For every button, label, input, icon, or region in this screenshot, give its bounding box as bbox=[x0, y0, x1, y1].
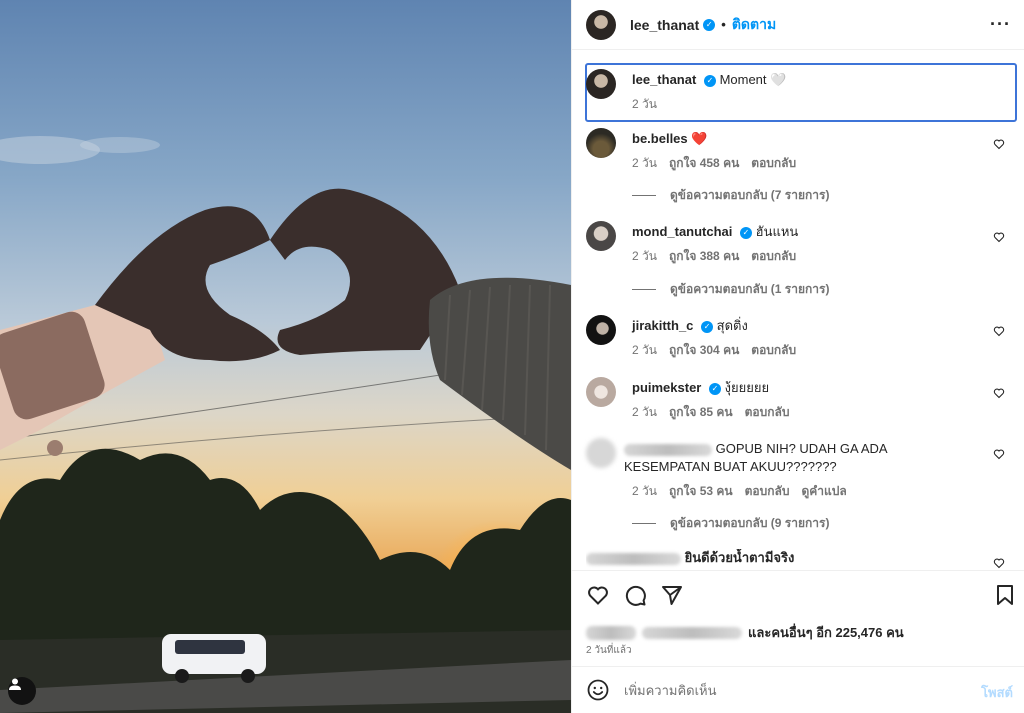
comment-time[interactable]: 2 วัน bbox=[632, 482, 657, 501]
sunset-heart-hands-image bbox=[0, 136, 571, 713]
commenter-avatar[interactable] bbox=[586, 315, 616, 345]
author-avatar[interactable] bbox=[586, 69, 616, 99]
reply-button[interactable]: ตอบกลับ bbox=[751, 154, 796, 173]
post-header: lee_thanat ✓ • ติดตาม ··· bbox=[572, 0, 1024, 50]
likes-summary[interactable]: และคนอื่นๆ อีก 225,476 คน bbox=[586, 622, 904, 643]
like-comment-heart-icon[interactable] bbox=[993, 231, 1005, 243]
likes-count[interactable]: และคนอื่นๆ อีก 225,476 คน bbox=[748, 622, 904, 643]
reply-button[interactable]: ตอบกลับ bbox=[751, 247, 796, 266]
user-icon bbox=[9, 678, 21, 690]
caption-time[interactable]: 2 วัน bbox=[632, 95, 657, 114]
comment-username[interactable]: mond_tanutchai bbox=[632, 224, 732, 239]
comment-text: ยินดีด้วยน้ำตามีจริง bbox=[684, 550, 795, 565]
post-comment-button[interactable]: โพสต์ bbox=[981, 682, 1013, 703]
comment-text: ❤️ bbox=[691, 131, 708, 146]
emoji-icon[interactable] bbox=[586, 678, 610, 702]
comment-item: ยินดีด้วยน้ำตามีจริง bbox=[586, 549, 1011, 569]
reply-button[interactable]: ตอบกลับ bbox=[745, 482, 790, 501]
comment-likes[interactable]: ถูกใจ 85 คน bbox=[669, 403, 733, 422]
author-username[interactable]: lee_thanat bbox=[632, 72, 696, 87]
comment-time[interactable]: 2 วัน bbox=[632, 247, 657, 266]
comment-username[interactable]: be.belles bbox=[632, 131, 688, 146]
more-horizontal-icon[interactable]: ··· bbox=[990, 14, 1011, 35]
like-heart-icon[interactable] bbox=[586, 583, 610, 607]
post-photo[interactable] bbox=[0, 0, 571, 713]
view-replies-button[interactable]: ดูข้อความตอบกลับ (7 รายการ) bbox=[632, 186, 829, 205]
comment-text: งุ้ยยยยย bbox=[724, 380, 770, 395]
like-comment-heart-icon[interactable] bbox=[993, 325, 1005, 337]
redacted-liker-name bbox=[642, 626, 742, 639]
like-comment-heart-icon[interactable] bbox=[993, 387, 1005, 399]
follow-button[interactable]: ติดตาม bbox=[732, 14, 776, 36]
author-avatar[interactable] bbox=[586, 9, 616, 40]
comment-username[interactable]: puimekster bbox=[632, 380, 701, 395]
verified-badge-icon: ✓ bbox=[703, 74, 716, 87]
post-side-panel: lee_thanat ✓ • ติดตาม ··· lee_thanat ✓ M… bbox=[571, 0, 1024, 713]
save-bookmark-icon[interactable] bbox=[995, 583, 1015, 607]
comment-icon[interactable] bbox=[623, 583, 647, 607]
reply-button[interactable]: ตอบกลับ bbox=[745, 403, 790, 422]
caption-text: Moment 🤍 bbox=[719, 72, 787, 87]
comment-text: สุดติ่ง bbox=[716, 318, 748, 333]
verified-badge-icon: ✓ bbox=[701, 320, 714, 333]
post-actions-bar bbox=[572, 570, 1024, 620]
translate-button[interactable]: ดูคำแปล bbox=[801, 482, 846, 501]
commenter-avatar[interactable] bbox=[586, 377, 616, 407]
like-comment-heart-icon[interactable] bbox=[993, 557, 1005, 569]
comment-text: ฮันแหน bbox=[755, 224, 799, 239]
reply-button[interactable]: ตอบกลับ bbox=[751, 341, 796, 360]
like-comment-heart-icon[interactable] bbox=[993, 448, 1005, 460]
verified-badge-icon: ✓ bbox=[703, 18, 716, 31]
comment-likes[interactable]: ถูกใจ 458 คน bbox=[669, 154, 739, 173]
comment-composer: เพิ่มความคิดเห็น โพสต์ bbox=[572, 666, 1024, 713]
redacted-username bbox=[586, 552, 681, 565]
separator-dot: • bbox=[721, 17, 726, 32]
comment-likes[interactable]: ถูกใจ 53 คน bbox=[669, 482, 733, 501]
comment-username[interactable]: jirakitth_c bbox=[632, 318, 693, 333]
redacted-username bbox=[624, 443, 712, 456]
commenter-avatar[interactable] bbox=[586, 128, 616, 158]
like-comment-heart-icon[interactable] bbox=[993, 138, 1005, 150]
verified-badge-icon: ✓ bbox=[709, 382, 721, 395]
comment-likes[interactable]: ถูกใจ 388 คน bbox=[669, 247, 739, 266]
view-replies-button[interactable]: ดูข้อความตอบกลับ (1 รายการ) bbox=[632, 280, 829, 299]
share-send-icon[interactable] bbox=[660, 583, 684, 607]
liker-avatars bbox=[586, 625, 636, 640]
comment-time[interactable]: 2 วัน bbox=[632, 154, 657, 173]
commenter-avatar[interactable] bbox=[586, 438, 616, 468]
comment-time[interactable]: 2 วัน bbox=[632, 341, 657, 360]
view-replies-button[interactable]: ดูข้อความตอบกลับ (9 รายการ) bbox=[632, 514, 829, 533]
comment-input[interactable]: เพิ่มความคิดเห็น bbox=[624, 680, 964, 701]
verified-badge-icon: ✓ bbox=[740, 226, 753, 239]
tagged-users-button[interactable] bbox=[8, 677, 36, 705]
post-timestamp[interactable]: 2 วันที่แล้ว bbox=[586, 643, 632, 658]
commenter-avatar[interactable] bbox=[586, 221, 616, 251]
comment-time[interactable]: 2 วัน bbox=[632, 403, 657, 422]
comment-likes[interactable]: ถูกใจ 304 คน bbox=[669, 341, 739, 360]
author-username[interactable]: lee_thanat bbox=[630, 17, 699, 33]
